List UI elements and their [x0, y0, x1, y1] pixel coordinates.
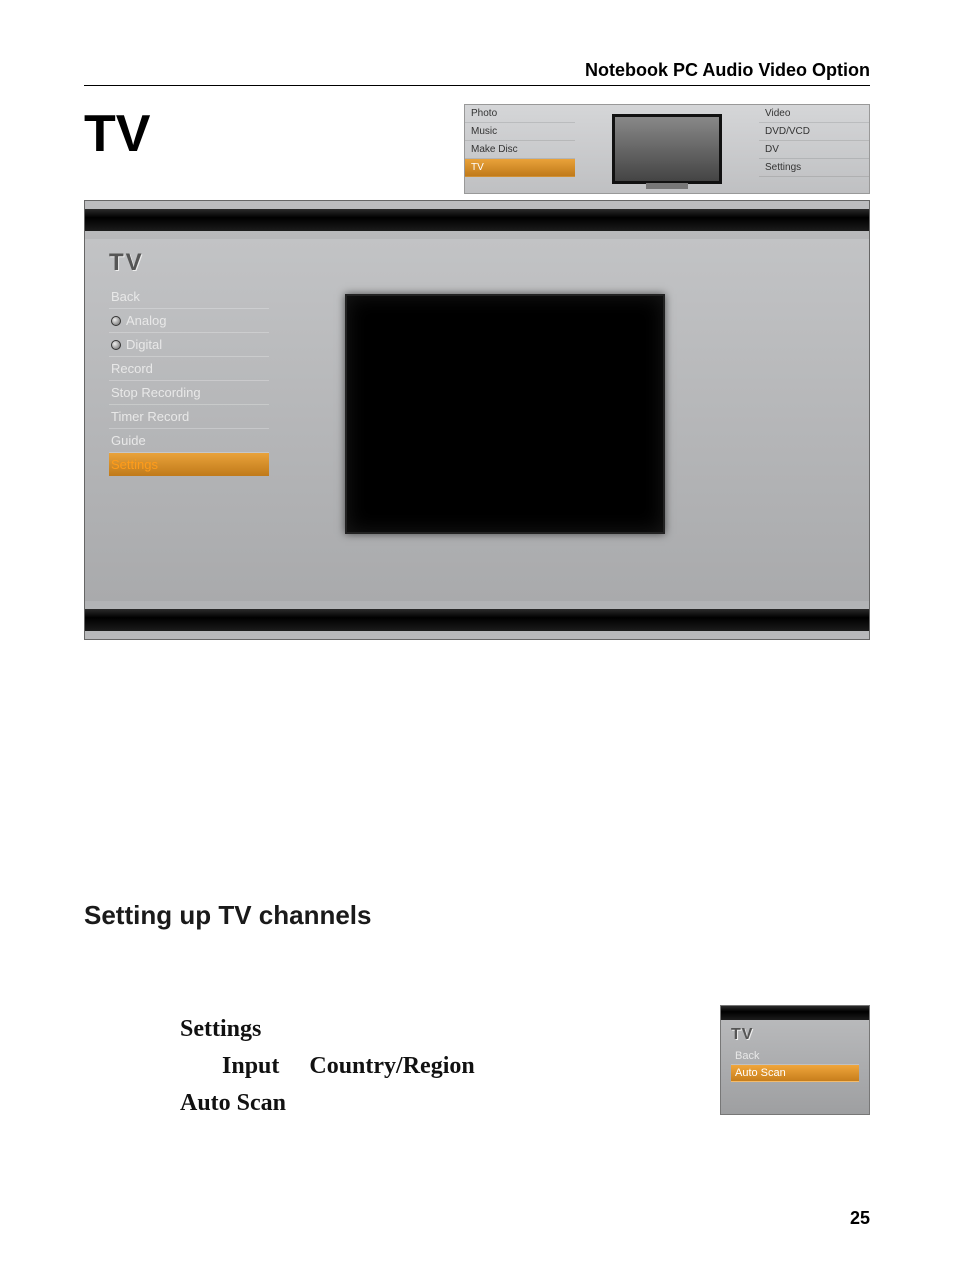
- tv-settings-screenshot: TV Back Auto Scan: [720, 1005, 870, 1115]
- keyword-settings: Settings: [180, 1016, 261, 1042]
- top-row: TV Photo Music Make Disc TV Video DVD/VC…: [84, 104, 870, 194]
- page-title: TV: [84, 104, 454, 164]
- tv-icon: [612, 114, 722, 184]
- keyword-country: Country/Region: [309, 1053, 474, 1079]
- section-heading: Setting up TV channels: [84, 900, 870, 931]
- tv-item-record[interactable]: Record: [109, 357, 269, 381]
- decor-bar-bottom: [85, 609, 869, 631]
- mini-item-music[interactable]: Music: [465, 123, 575, 141]
- small-sidebar-title: TV: [731, 1026, 859, 1044]
- body-block: Settings Input Country/Region Auto Scan …: [84, 1011, 870, 1123]
- tv-item-label: Settings: [111, 457, 158, 472]
- tv-item-guide[interactable]: Guide: [109, 429, 269, 453]
- tv-item-label: Digital: [126, 337, 162, 352]
- body-text: Settings Input Country/Region Auto Scan: [84, 1011, 690, 1123]
- mini-item-video[interactable]: Video: [759, 105, 869, 123]
- page-number: 25: [850, 1208, 870, 1229]
- mini-right-column: Video DVD/VCD DV Settings: [759, 105, 869, 193]
- mini-item-photo[interactable]: Photo: [465, 105, 575, 123]
- tv-item-label: Back: [111, 289, 140, 304]
- mini-item-settings[interactable]: Settings: [759, 159, 869, 177]
- decor-bar-top: [85, 209, 869, 231]
- tv-item-stoprecording[interactable]: Stop Recording: [109, 381, 269, 405]
- mini-left-column: Photo Music Make Disc TV: [465, 105, 575, 193]
- tv-app-screenshot: TV Back Analog Digital Record Stop Recor…: [84, 200, 870, 640]
- mini-item-makedisc[interactable]: Make Disc: [465, 141, 575, 159]
- tv-inner: TV Back Analog Digital Record Stop Recor…: [85, 239, 869, 601]
- decor-bar-top: [721, 1006, 869, 1020]
- tv-item-analog[interactable]: Analog: [109, 309, 269, 333]
- mini-item-dvdvcd[interactable]: DVD/VCD: [759, 123, 869, 141]
- tv-item-settings[interactable]: Settings: [109, 453, 269, 476]
- radio-icon: [111, 316, 121, 326]
- mini-item-tv[interactable]: TV: [465, 159, 575, 177]
- tv-item-label: Guide: [111, 433, 146, 448]
- tv-item-label: Analog: [126, 313, 166, 328]
- keyword-autoscan: Auto Scan: [180, 1090, 286, 1116]
- tv-sidebar-title: TV: [109, 249, 269, 277]
- tv-sidebar: TV Back Analog Digital Record Stop Recor…: [109, 249, 269, 476]
- mini-home-menu: Photo Music Make Disc TV Video DVD/VCD D…: [464, 104, 870, 194]
- mini-center: [575, 105, 759, 193]
- small-item-autoscan[interactable]: Auto Scan: [731, 1065, 859, 1082]
- tv-preview-area: [345, 294, 665, 534]
- tv-item-label: Stop Recording: [111, 385, 201, 400]
- tv-item-digital[interactable]: Digital: [109, 333, 269, 357]
- small-item-back[interactable]: Back: [731, 1048, 859, 1065]
- tv-item-back[interactable]: Back: [109, 285, 269, 309]
- tv-item-timerrecord[interactable]: Timer Record: [109, 405, 269, 429]
- tv-item-label: Record: [111, 361, 153, 376]
- mini-item-dv[interactable]: DV: [759, 141, 869, 159]
- keyword-input: Input: [222, 1053, 279, 1079]
- page-header: Notebook PC Audio Video Option: [84, 60, 870, 86]
- radio-icon: [111, 340, 121, 350]
- small-sidebar: TV Back Auto Scan: [731, 1026, 859, 1082]
- tv-item-label: Timer Record: [111, 409, 189, 424]
